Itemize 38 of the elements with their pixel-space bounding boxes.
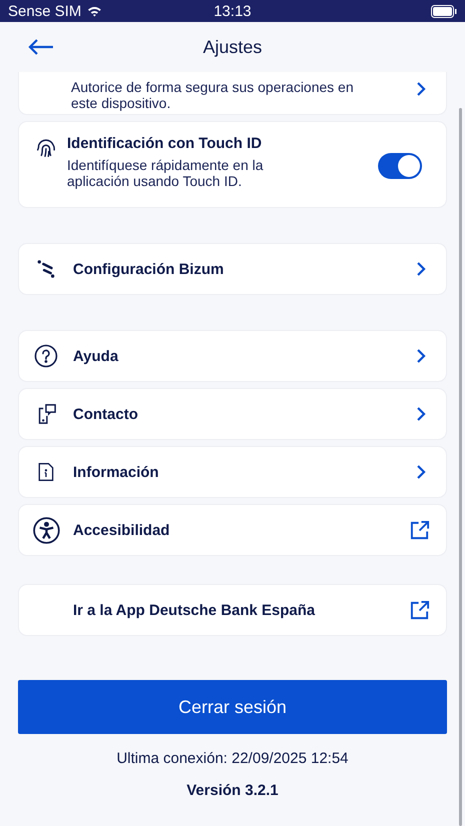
carrier-name: Sense SIM bbox=[8, 2, 82, 20]
chevron-right-icon bbox=[416, 348, 426, 364]
setting-title: Identificación con Touch ID bbox=[67, 135, 263, 152]
clock-time: 13:13 bbox=[214, 2, 252, 20]
external-link-icon bbox=[409, 600, 430, 620]
back-arrow-icon[interactable] bbox=[28, 39, 54, 55]
menu-item[interactable]: Accesibilidad bbox=[18, 504, 447, 556]
menu-item[interactable]: Configuración Bizum bbox=[18, 243, 447, 295]
logout-button[interactable]: Cerrar sesión bbox=[18, 680, 447, 734]
menu-item[interactable]: Ayuda bbox=[18, 330, 447, 382]
menu-item-label: Accesibilidad bbox=[73, 522, 170, 538]
setting-description: Identifíquese rápidamente en la aplicación usando Touch ID. bbox=[67, 157, 264, 189]
menu-item-label: Información bbox=[73, 464, 159, 480]
chevron-right-icon bbox=[416, 406, 426, 422]
battery-icon bbox=[431, 4, 457, 18]
menu-item-label: Ayuda bbox=[73, 348, 118, 364]
chevron-right-icon bbox=[416, 261, 426, 277]
chevron-right-icon bbox=[416, 81, 426, 97]
help-icon bbox=[34, 344, 58, 368]
settings-card[interactable]: Autorice de forma segura sus operaciones en este dispositivo. bbox=[18, 72, 447, 115]
toggle-switch[interactable] bbox=[378, 153, 422, 179]
chevron-right-icon bbox=[416, 464, 426, 480]
menu-item[interactable]: Contacto bbox=[18, 388, 447, 440]
last-connection-text: Ultima conexión: 22/09/2025 12:54 bbox=[116, 750, 348, 767]
bizum-icon bbox=[36, 259, 56, 279]
menu-item[interactable]: Ir a la App Deutsche Bank España bbox=[18, 584, 447, 636]
screen-title: Ajustes bbox=[202, 36, 262, 58]
menu-item[interactable]: Información bbox=[18, 446, 447, 498]
version-text: Versión 3.2.1 bbox=[186, 782, 278, 799]
menu-item-label: Ir a la App Deutsche Bank España bbox=[73, 602, 316, 618]
info-document-icon bbox=[36, 461, 56, 483]
menu-item-label: Configuración Bizum bbox=[73, 260, 224, 278]
setting-description: Autorice de forma segura sus operaciones en este dispositivo. bbox=[71, 79, 354, 111]
menu-item-label: Contacto bbox=[73, 406, 138, 422]
wifi-icon bbox=[87, 6, 102, 16]
external-link-icon bbox=[409, 520, 430, 540]
accessibility-icon bbox=[32, 516, 60, 544]
fingerprint-icon bbox=[35, 137, 57, 159]
